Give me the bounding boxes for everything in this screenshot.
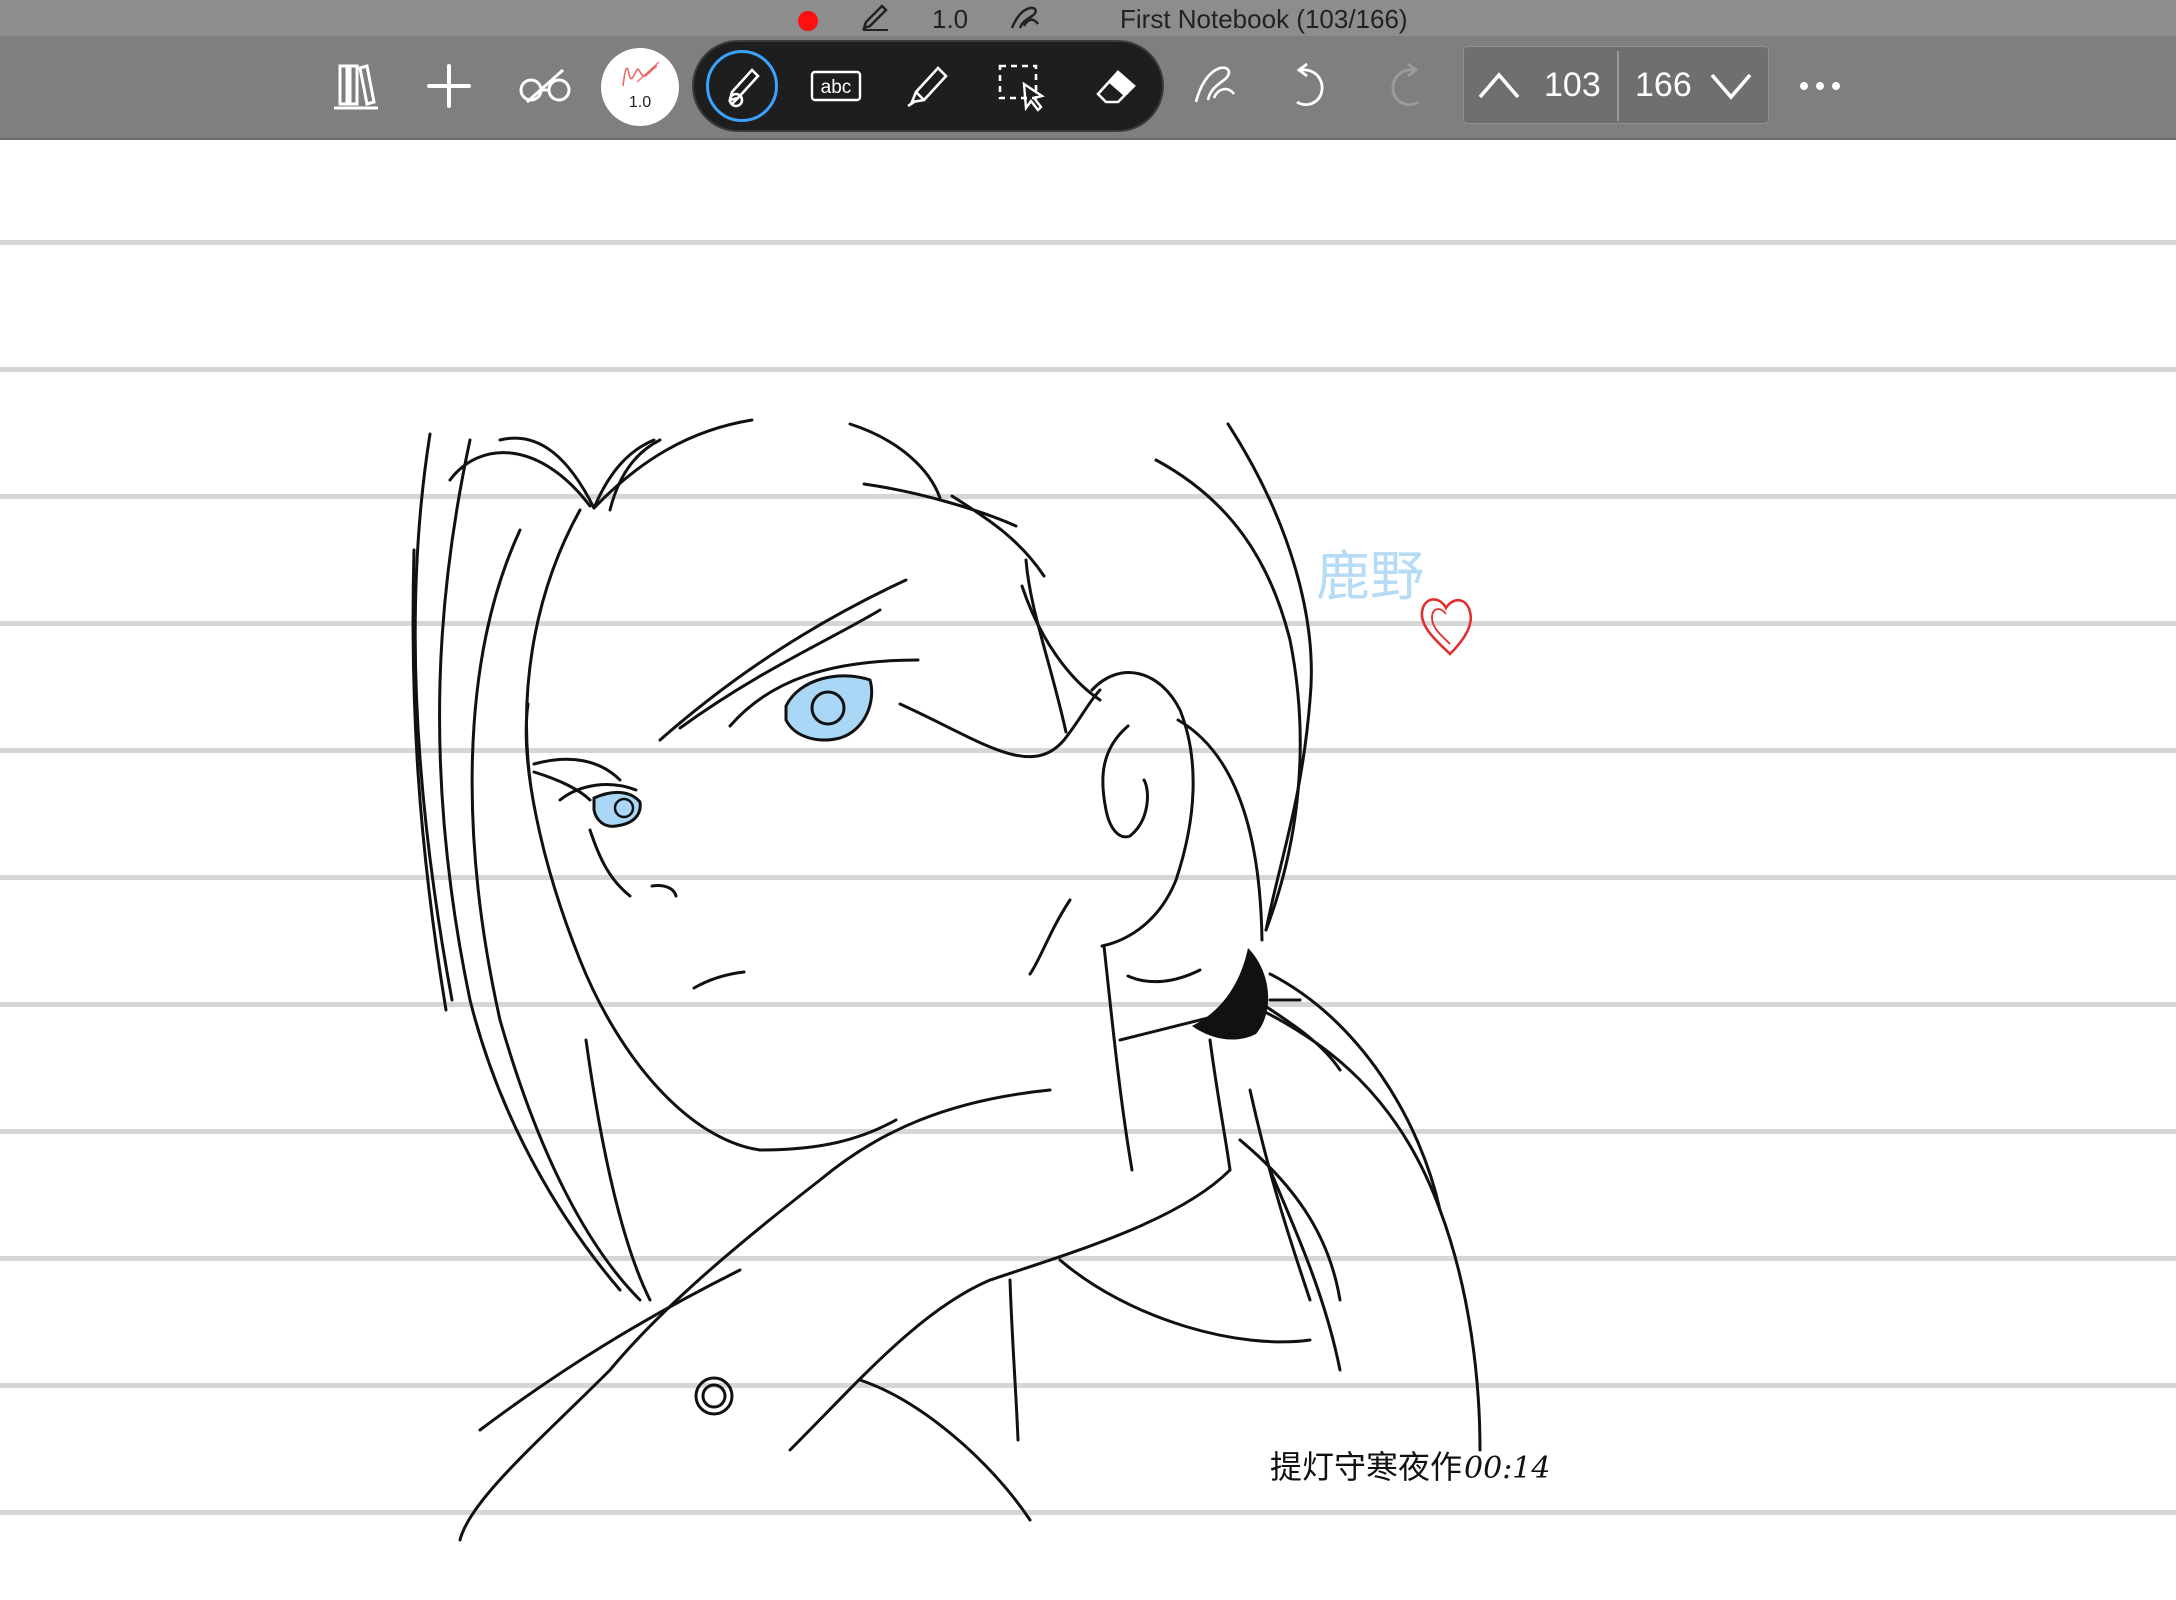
- next-page-icon[interactable]: [1708, 67, 1754, 107]
- reading-mode-icon: [519, 68, 571, 104]
- eraser-icon: [1096, 70, 1136, 104]
- library-icon: [334, 64, 378, 110]
- more-options-button[interactable]: [1782, 48, 1858, 124]
- notebook-page[interactable]: 鹿野 提灯守寒夜作00:14: [0, 140, 2176, 1600]
- pen-status-icon: [860, 4, 890, 38]
- total-page-number[interactable]: 166: [1635, 65, 1692, 105]
- add-page-icon: [427, 64, 471, 108]
- redo-icon: [1391, 62, 1419, 107]
- page-navigator: 103 166: [1463, 46, 1769, 124]
- lasso-select-button[interactable]: [984, 48, 1060, 124]
- signature: 提灯守寒夜作00:14: [1270, 1442, 1550, 1488]
- current-page-number[interactable]: 103: [1544, 65, 1601, 105]
- toolbar: 1.0 abc 103 166: [0, 36, 2176, 140]
- gesture-status-icon: [1008, 4, 1042, 38]
- recording-indicator-icon: [798, 11, 818, 31]
- more-icon: [1800, 82, 1840, 90]
- pen-icon: [728, 68, 760, 108]
- pen-size-status: 1.0: [932, 4, 969, 34]
- pen-tool-button[interactable]: [704, 48, 780, 124]
- text-tool-button[interactable]: abc: [798, 48, 874, 124]
- highlighter-icon: [907, 66, 948, 108]
- pen-preview-size: 1.0: [628, 94, 652, 111]
- notebook-title: First Notebook (103/166): [1120, 4, 1408, 34]
- redo-button[interactable]: [1368, 48, 1444, 124]
- undo-icon: [1296, 62, 1324, 107]
- eraser-tool-button[interactable]: [1078, 48, 1154, 124]
- text-icon: abc: [810, 70, 862, 102]
- status-bar: 1.0 First Notebook (103/166): [0, 0, 2176, 36]
- pen-preview-button[interactable]: 1.0: [601, 48, 679, 126]
- text-tool-label: abc: [821, 77, 852, 98]
- library-button[interactable]: [318, 48, 394, 124]
- character-sketch: [411, 418, 1482, 1542]
- highlighter-tool-button[interactable]: [890, 48, 966, 124]
- signature-text: 提灯守寒夜作: [1270, 1448, 1463, 1486]
- previous-page-icon[interactable]: [1476, 65, 1522, 105]
- gesture-icon: [1194, 66, 1236, 103]
- reading-mode-button[interactable]: [507, 48, 583, 124]
- watermark-text: 鹿野: [1316, 545, 1424, 608]
- add-page-button[interactable]: [411, 48, 487, 124]
- signature-time: 00:14: [1464, 1451, 1551, 1486]
- undo-button[interactable]: [1271, 48, 1347, 124]
- page-divider: [1617, 51, 1619, 121]
- gesture-button[interactable]: [1178, 48, 1254, 124]
- drawing-tool-group: abc: [692, 40, 1164, 132]
- lasso-select-icon: [998, 64, 1045, 112]
- pen-stroke-preview-icon: [622, 61, 660, 87]
